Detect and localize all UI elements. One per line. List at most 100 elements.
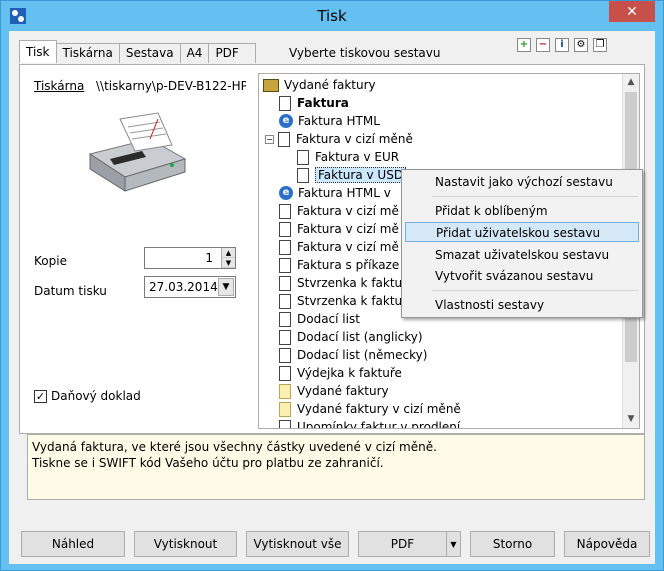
scroll-up-icon[interactable]: ▲	[623, 74, 639, 91]
tab-a4[interactable]: A4	[179, 43, 210, 63]
pdf-dropdown-icon[interactable]: ▼	[446, 532, 460, 556]
document-icon	[279, 347, 291, 363]
copies-value[interactable]: 1	[205, 251, 213, 265]
tree-item-label[interactable]: Stvrzenka k faktu	[297, 294, 402, 308]
plus-icon[interactable]: +	[517, 38, 531, 52]
tax-document-checkbox[interactable]: ✓ Daňový doklad	[34, 389, 141, 403]
book-icon	[263, 78, 279, 92]
tree-item-label[interactable]: Faktura v cizí mě	[297, 240, 399, 254]
tree-item-label[interactable]: Faktura s příkaze	[297, 258, 399, 272]
info-icon[interactable]: i	[555, 38, 569, 52]
html-icon: e	[279, 186, 293, 200]
collapse-icon[interactable]: −	[265, 134, 274, 144]
tax-document-label: Daňový doklad	[51, 389, 141, 403]
printer-label[interactable]: Tiskárna	[34, 79, 84, 93]
tree-item-label[interactable]: Vydané faktury v cizí měně	[297, 402, 461, 416]
help-button[interactable]: Nápověda	[564, 531, 650, 557]
description-line: Vydaná faktura, ve které jsou všechny čá…	[32, 440, 437, 454]
document-icon	[279, 293, 291, 309]
chevron-down-icon[interactable]: ▼	[218, 278, 234, 296]
document-icon	[279, 329, 291, 345]
document-icon	[279, 239, 291, 255]
print-button[interactable]: Vytisknout	[134, 531, 237, 557]
copies-spin-buttons[interactable]: ▲ ▼	[221, 248, 235, 268]
copies-stepper[interactable]: 1 ▲ ▼	[144, 247, 236, 269]
scroll-down-icon[interactable]: ▼	[623, 411, 639, 428]
tree-item-label[interactable]: Faktura HTML	[298, 114, 380, 128]
tree-item[interactable]: Vydané faktury v cizí měně	[279, 400, 461, 418]
document-icon	[279, 401, 291, 417]
tree-item-label[interactable]: Dodací list	[297, 312, 360, 326]
pdf-button[interactable]: PDF ▼	[358, 531, 461, 557]
menu-separator	[432, 290, 638, 291]
document-icon	[279, 203, 291, 219]
checkbox-box[interactable]: ✓	[34, 389, 47, 403]
tree-item[interactable]: − Faktura v cizí měně	[265, 130, 413, 148]
settings-icon[interactable]: ⚙	[574, 38, 588, 52]
tree-item[interactable]: Upomínky faktur v prodlení	[279, 418, 460, 428]
cancel-button[interactable]: Storno	[470, 531, 555, 557]
tree-item[interactable]: Faktura s příkaze	[279, 256, 399, 274]
tree-item[interactable]: Stvrzenka k faktu	[279, 292, 402, 310]
tree-item[interactable]: Stvrzenka k faktu	[279, 274, 402, 292]
document-icon	[279, 275, 291, 291]
tree-item-label[interactable]: Faktura HTML v	[298, 186, 391, 200]
tree-item[interactable]: Výdejka k faktuře	[279, 364, 402, 382]
spin-up-icon[interactable]: ▲	[222, 248, 235, 258]
tree-item-label[interactable]: Výdejka k faktuře	[297, 366, 402, 380]
tree-item-label[interactable]: Faktura v USD	[315, 167, 407, 183]
tree-item[interactable]: Faktura v cizí mě	[279, 220, 399, 238]
tree-item[interactable]: Vydané faktury	[279, 382, 389, 400]
menu-item-set-default[interactable]: Nastavit jako výchozí sestavu	[405, 172, 639, 192]
tree-item-label[interactable]: Dodací list (anglicky)	[297, 330, 423, 344]
tree-item[interactable]: e Faktura HTML v	[279, 184, 391, 202]
menu-item-create-linked-report[interactable]: Vytvořit svázanou sestavu	[405, 266, 639, 286]
tree-item-label[interactable]: Vydané faktury	[297, 384, 389, 398]
tree-item[interactable]: Faktura v cizí mě	[279, 238, 399, 256]
tree-item-label[interactable]: Faktura v cizí mě	[297, 204, 399, 218]
tree-item-label[interactable]: Vydané faktury	[284, 78, 376, 92]
tab-sestava[interactable]: Sestava	[118, 43, 181, 63]
menu-item-add-favorite[interactable]: Přidat k oblíbeným	[405, 201, 639, 221]
title-bar[interactable]: Tisk ✕	[1, 1, 663, 31]
print-all-button[interactable]: Vytisknout vše	[246, 531, 349, 557]
tree-item[interactable]: Vydané faktury	[263, 76, 376, 94]
close-button[interactable]: ✕	[609, 1, 655, 22]
tree-item[interactable]: e Faktura HTML	[279, 112, 380, 130]
menu-separator	[432, 196, 638, 197]
print-date-picker[interactable]: 27.03.2014 ▼	[144, 276, 236, 298]
tree-item-label[interactable]: Dodací list (německy)	[297, 348, 427, 362]
html-icon: e	[279, 114, 293, 128]
tab-tiskarna[interactable]: Tiskárna	[55, 43, 120, 63]
tree-item[interactable]: Faktura v EUR	[297, 148, 399, 166]
document-icon	[279, 311, 291, 327]
tree-item-label[interactable]: Faktura	[297, 96, 349, 110]
menu-item-delete-user-report[interactable]: Smazat uživatelskou sestavu	[405, 245, 639, 265]
tree-item-label[interactable]: Stvrzenka k faktu	[297, 276, 402, 290]
preview-button[interactable]: Náhled	[21, 531, 125, 557]
tab-tisk[interactable]: Tisk	[19, 40, 57, 63]
tree-item[interactable]: Faktura	[279, 94, 349, 112]
tree-item-label[interactable]: Faktura v EUR	[315, 150, 399, 164]
section-label: Vyberte tiskovou sestavu	[289, 46, 441, 60]
window-title: Tisk	[317, 7, 347, 25]
document-icon	[278, 131, 290, 147]
menu-item-add-user-report[interactable]: Přidat uživatelskou sestavu	[405, 222, 639, 242]
spin-down-icon[interactable]: ▼	[222, 258, 235, 268]
tree-item[interactable]: Faktura v cizí mě	[279, 202, 399, 220]
menu-item-report-properties[interactable]: Vlastnosti sestavy	[405, 295, 639, 315]
tree-item[interactable]: Dodací list (německy)	[279, 346, 427, 364]
tab-pdf[interactable]: PDF	[208, 43, 256, 63]
tree-item-label[interactable]: Faktura v cizí měně	[296, 132, 413, 146]
minus-icon[interactable]: −	[536, 38, 550, 52]
tree-item-label[interactable]: Faktura v cizí mě	[297, 222, 399, 236]
print-dialog-window: Tisk ✕ Tisk Tiskárna Sestava A4 PDF Vybe…	[0, 0, 664, 571]
tree-item[interactable]: Dodací list (anglicky)	[279, 328, 423, 346]
print-date-value[interactable]: 27.03.2014	[149, 280, 218, 294]
tree-item[interactable]: Faktura v USD	[297, 166, 407, 184]
document-icon	[279, 257, 291, 273]
tree-item-label[interactable]: Upomínky faktur v prodlení	[297, 420, 460, 428]
copy-icon[interactable]: ❐	[593, 38, 607, 52]
printer-path: \\tiskarny\p-DEV-B122-HP2	[96, 79, 246, 93]
tree-item[interactable]: Dodací list	[279, 310, 360, 328]
